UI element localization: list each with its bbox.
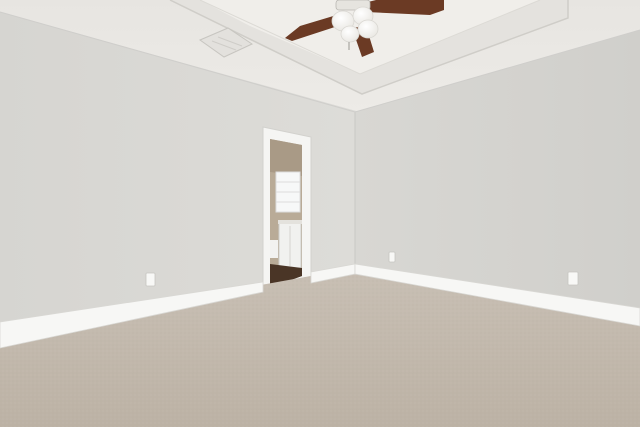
outlet-left (145, 272, 156, 287)
outlet-right (567, 271, 579, 286)
room-scene (0, 0, 640, 427)
room-photo (0, 0, 640, 427)
outlet-middle (388, 251, 396, 263)
open-doorway (262, 126, 312, 293)
toilet (270, 240, 278, 258)
